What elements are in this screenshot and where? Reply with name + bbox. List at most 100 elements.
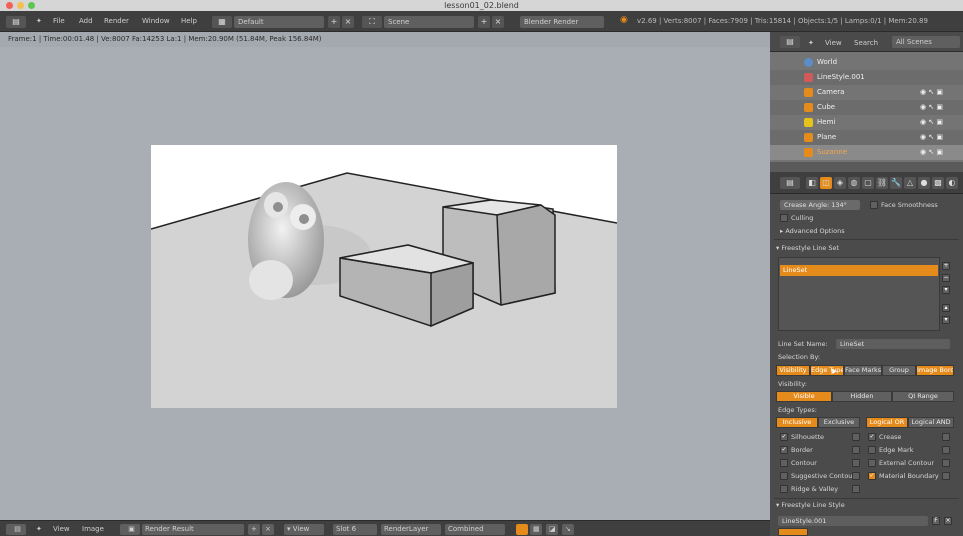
visibility-eye-icon[interactable]: ◉ ↖ ▣ [920,115,943,130]
outliner-row-hemi[interactable]: Hemi ◉ ↖ ▣ [770,115,963,130]
scene-icon[interactable]: ⛶ [362,16,382,28]
edge-mark-exclude-toggle[interactable] [942,446,950,454]
menu-image[interactable]: Image [82,524,104,535]
move-up-icon[interactable]: ▴ [942,304,950,312]
external-contour-exclude-toggle[interactable] [942,459,950,467]
material-boundary-exclude-toggle[interactable] [942,472,950,480]
add-layout-icon[interactable]: + [328,16,340,28]
delete-layout-icon[interactable]: × [342,16,354,28]
culling-checkbox[interactable] [780,214,788,222]
visibility-qi-range-option[interactable]: QI Range [892,391,954,402]
contour-exclude-toggle[interactable] [852,459,860,467]
suggestive-contour-checkbox[interactable] [780,472,788,480]
draw-alpha-icon[interactable]: ▦ [530,524,542,535]
menu-add[interactable]: Add [79,17,93,25]
suggestive-exclude-toggle[interactable] [852,472,860,480]
advanced-options-toggle[interactable]: ▸ Advanced Options [780,227,845,235]
lineset-list[interactable]: LineSet [778,257,940,331]
visibility-hidden-option[interactable]: Hidden [832,391,892,402]
menu-help[interactable]: Help [181,17,197,25]
unlink-image-icon[interactable]: × [262,524,274,535]
render-pass-selector[interactable]: Combined [445,524,505,535]
outliner-scrollbar[interactable] [770,162,963,172]
edge-exclusive-option[interactable]: Exclusive [818,417,860,428]
edge-logical-or-option[interactable]: Logical OR [866,417,908,428]
lineset-list-item[interactable]: LineSet [780,265,938,276]
render-layers-tab-icon[interactable]: ◫ [820,177,832,189]
outliner-menu-icon[interactable]: ✦ [808,39,814,47]
ridge-valley-checkbox[interactable] [780,485,788,493]
linestyle-color-tab[interactable] [778,528,808,536]
close-window-icon[interactable] [6,2,13,9]
edge-inclusive-option[interactable]: Inclusive [776,417,818,428]
outliner-row-plane[interactable]: Plane ◉ ↖ ▣ [770,130,963,145]
contour-checkbox[interactable] [780,459,788,467]
silhouette-checkbox[interactable]: ✓ [780,433,788,441]
visibility-eye-icon[interactable]: ◉ ↖ ▣ [920,85,943,100]
menu-view[interactable]: View [53,524,70,535]
scene-tab-icon[interactable]: ◈ [834,177,846,189]
lineset-move-icon[interactable]: ▾ [942,286,950,294]
image-editor-type-icon[interactable]: ▤ [6,524,26,535]
visibility-visible-option[interactable]: Visible [776,391,832,402]
outliner-filter-selector[interactable]: All Scenes [892,36,960,48]
properties-editor-icon[interactable]: ▤ [780,177,800,189]
render-engine-selector[interactable]: Blender Render [520,16,604,28]
image-name-field[interactable]: Render Result [142,524,244,535]
linestyle-unlink-icon[interactable]: × [944,517,952,525]
delete-scene-icon[interactable]: × [492,16,504,28]
menu-window[interactable]: Window [142,17,170,25]
outliner-row-linestyle[interactable]: LineStyle.001 [770,70,963,85]
selection-face-marks-toggle[interactable]: Face Marks [844,365,882,376]
face-smoothness-checkbox[interactable] [870,201,878,209]
lineset-panel-header[interactable]: ▾ Freestyle Line Set [776,244,839,252]
selection-edge-types-toggle[interactable]: Edge Types [810,365,844,376]
outliner-row-world[interactable]: World [770,55,963,70]
outliner-row-cube[interactable]: Cube ◉ ↖ ▣ [770,100,963,115]
external-contour-checkbox[interactable] [868,459,876,467]
material-boundary-checkbox[interactable]: ✓ [868,472,876,480]
selection-image-border-toggle[interactable]: Image Border [916,365,954,376]
fake-user-icon[interactable]: + [248,524,260,535]
render-layer-selector[interactable]: RenderLayer [381,524,441,535]
object-tab-icon[interactable]: ▢ [862,177,874,189]
remove-lineset-icon[interactable]: − [942,274,950,282]
selection-visibility-toggle[interactable]: Visibility [776,365,810,376]
modifiers-tab-icon[interactable]: 🔧 [890,177,902,189]
add-scene-icon[interactable]: + [478,16,490,28]
outliner-row-camera[interactable]: Camera ◉ ↖ ▣ [770,85,963,100]
layout-selector[interactable]: Default [234,16,324,28]
visibility-eye-icon[interactable]: ◉ ↖ ▣ [920,145,943,160]
pin-icon[interactable]: ↘ [562,524,574,535]
visibility-eye-icon[interactable]: ◉ ↖ ▣ [920,100,943,115]
image-editor-menu-icon[interactable]: ✦ [36,524,42,535]
screen-layout-icon[interactable]: ▦ [212,16,232,28]
crease-checkbox[interactable]: ✓ [868,433,876,441]
blender-icon[interactable]: ✦ [36,17,42,25]
menu-file[interactable]: File [53,17,65,25]
image-browse-icon[interactable]: ▣ [120,524,140,535]
silhouette-exclude-toggle[interactable] [852,433,860,441]
linestyle-selector[interactable]: LineStyle.001 [778,516,928,526]
crease-exclude-toggle[interactable] [942,433,950,441]
edge-mark-checkbox[interactable] [868,446,876,454]
border-exclude-toggle[interactable] [852,446,860,454]
physics-tab-icon[interactable]: ◐ [946,177,958,189]
crease-angle-field[interactable]: Crease Angle: 134° [780,200,860,210]
material-tab-icon[interactable]: ● [918,177,930,189]
world-tab-icon[interactable]: ◍ [848,177,860,189]
add-lineset-icon[interactable]: + [942,262,950,270]
constraints-tab-icon[interactable]: ⛓ [876,177,888,189]
editor-type-icon[interactable]: ▤ [6,16,26,28]
view-mode-selector[interactable]: ▾ View [284,524,324,535]
move-down-icon[interactable]: ▾ [942,316,950,324]
visibility-eye-icon[interactable]: ◉ ↖ ▣ [920,130,943,145]
zoom-window-icon[interactable] [28,2,35,9]
linestyle-panel-header[interactable]: ▾ Freestyle Line Style [776,501,845,509]
linestyle-fake-user-icon[interactable]: F [932,517,940,525]
edge-logical-and-option[interactable]: Logical AND [908,417,954,428]
border-checkbox[interactable]: ✓ [780,446,788,454]
draw-zbuffer-icon[interactable]: ◪ [546,524,558,535]
outliner-row-suzanne[interactable]: Suzanne ◉ ↖ ▣ [770,145,963,160]
outliner-editor-icon[interactable]: ▤ [780,36,800,48]
